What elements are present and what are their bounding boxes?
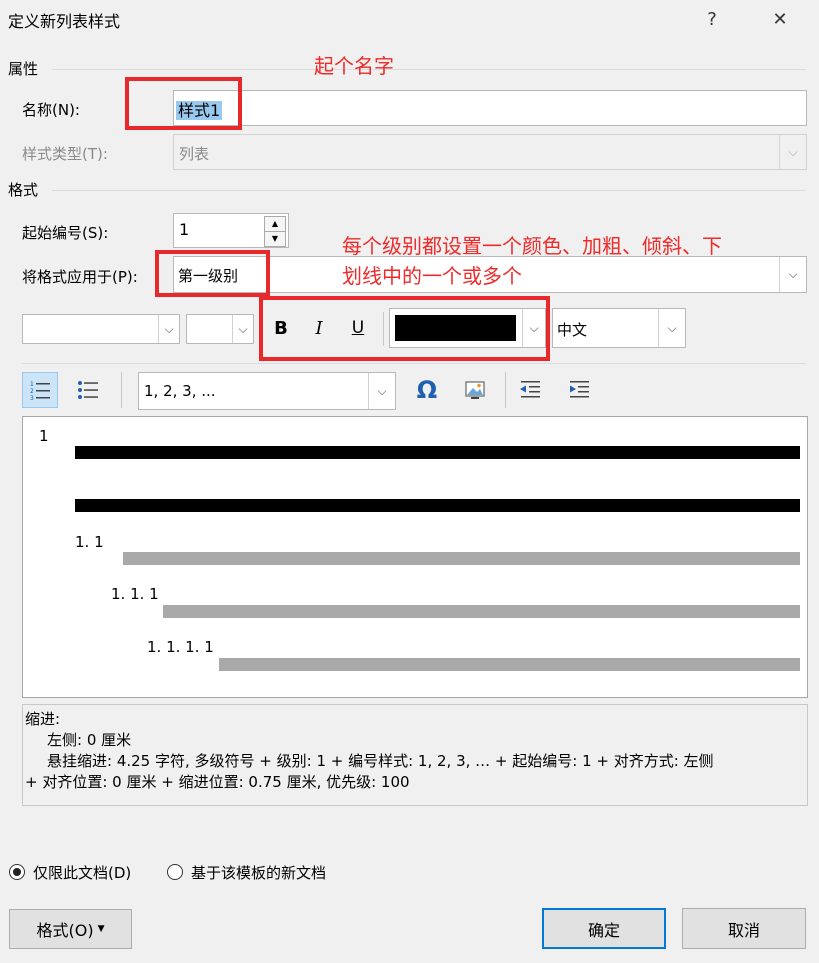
dialog-title: 定义新列表样式 [8, 12, 121, 31]
preview-level3-number: 1. 1. 1 [111, 585, 159, 603]
bulleted-list-button[interactable] [70, 372, 106, 408]
preview-level4-number: 1. 1. 1. 1 [147, 638, 214, 656]
divider [121, 372, 122, 408]
svg-text:3: 3 [30, 395, 34, 401]
divider [383, 312, 384, 346]
svg-text:1: 1 [30, 381, 34, 388]
underline-button[interactable]: U [344, 314, 372, 342]
divider [52, 69, 806, 70]
name-label: 名称(N): [22, 101, 80, 119]
chevron-down-icon: ⌵ [368, 373, 395, 409]
italic-button[interactable]: I [305, 314, 333, 342]
style-type-value: 列表 [179, 145, 210, 163]
close-icon: ✕ [772, 9, 788, 30]
divider [52, 190, 806, 191]
chevron-down-icon: ⌵ [779, 257, 806, 292]
svg-text:2: 2 [30, 388, 34, 395]
preview-line [75, 446, 800, 459]
format-button-label: 格式(O) [36, 921, 94, 940]
chevron-down-icon: ⌵ [658, 309, 685, 347]
template-radio[interactable] [167, 864, 183, 880]
decrease-indent-button[interactable] [513, 372, 547, 408]
template-label[interactable]: 基于该模板的新文档 [191, 862, 326, 883]
start-number-spinner[interactable]: 1 ▲ ▼ [173, 213, 289, 248]
font-color-picker[interactable]: ⌵ [389, 308, 546, 348]
increase-indent-icon [570, 381, 589, 398]
insert-picture-button[interactable] [458, 372, 492, 408]
name-value: 样式1 [176, 101, 223, 120]
description-box: 缩进: 左侧: 0 厘米 悬挂缩进: 4.25 字符, 多级符号 + 级别: 1… [22, 704, 808, 806]
start-number-label: 起始编号(S): [22, 224, 109, 242]
style-type-select: 列表 ⌵ [173, 134, 807, 170]
preview-line [75, 499, 800, 512]
bulleted-list-icon [78, 381, 98, 399]
insert-symbol-button[interactable]: Ω [410, 372, 444, 408]
font-name-select[interactable]: ⌵ [22, 314, 180, 344]
description-line: + 对齐位置: 0 厘米 + 缩进位置: 0.75 厘米, 优先级: 100 [25, 773, 410, 791]
spin-down-button[interactable]: ▼ [264, 231, 286, 247]
this-document-label[interactable]: 仅限此文档(D) [33, 862, 131, 883]
divider [22, 363, 806, 364]
chevron-down-icon: ⌵ [232, 315, 253, 343]
picture-icon [465, 381, 485, 399]
dropdown-arrow-icon: ▼ [97, 924, 105, 934]
chevron-down-icon: ⌵ [158, 315, 179, 343]
this-document-radio[interactable] [9, 864, 25, 880]
radio-selected-dot [13, 868, 21, 876]
format-section-title: 格式 [8, 181, 39, 199]
ok-button[interactable]: 确定 [542, 908, 666, 949]
preview-level2-number: 1. 1 [75, 533, 104, 551]
description-line: 悬挂缩进: 4.25 字符, 多级符号 + 级别: 1 + 编号样式: 1, 2… [47, 752, 714, 770]
preview-line [123, 552, 800, 565]
divider [505, 372, 506, 408]
number-style-select[interactable]: 1, 2, 3, ... ⌵ [138, 372, 396, 410]
style-type-label: 样式类型(T): [22, 145, 108, 163]
description-line: 左侧: 0 厘米 [47, 731, 132, 749]
preview-line [219, 658, 800, 671]
language-value: 中文 [557, 321, 588, 339]
preview-line [163, 605, 800, 618]
chevron-down-icon: ⌵ [779, 135, 806, 169]
format-menu-button[interactable]: 格式(O) ▼ [9, 909, 132, 949]
increase-indent-button[interactable] [562, 372, 596, 408]
number-style-value: 1, 2, 3, ... [144, 382, 216, 400]
numbered-list-icon: 1 2 3 [30, 381, 50, 401]
annotation-name-hint: 起个名字 [314, 54, 394, 78]
properties-section-title: 属性 [8, 60, 39, 78]
omega-icon: Ω [416, 376, 438, 404]
cancel-button[interactable]: 取消 [682, 908, 806, 949]
font-color-swatch [395, 315, 516, 341]
close-button[interactable]: ✕ [760, 4, 800, 36]
decrease-indent-icon [520, 381, 540, 398]
annotation-level-hint-1: 每个级别都设置一个颜色、加粗、倾斜、下 [342, 234, 722, 258]
numbered-list-button[interactable]: 1 2 3 [22, 372, 58, 408]
language-select[interactable]: 中文 ⌵ [552, 308, 686, 348]
apply-to-value: 第一级别 [178, 267, 239, 285]
help-button[interactable]: ? [692, 4, 732, 36]
description-heading: 缩进: [25, 710, 61, 728]
start-number-value: 1 [179, 220, 190, 239]
annotation-level-hint-2: 划线中的一个或多个 [342, 264, 522, 288]
preview-level1-number: 1 [39, 427, 49, 445]
font-size-select[interactable]: ⌵ [186, 314, 254, 344]
name-input[interactable]: 样式1 [173, 90, 807, 126]
apply-to-label: 将格式应用于(P): [22, 268, 138, 286]
chevron-down-icon: ⌵ [522, 309, 545, 347]
bold-button[interactable]: B [267, 314, 295, 342]
spin-up-button[interactable]: ▲ [264, 216, 286, 232]
preview-pane: 1 1. 1 1. 1. 1 1. 1. 1. 1 [22, 416, 808, 698]
